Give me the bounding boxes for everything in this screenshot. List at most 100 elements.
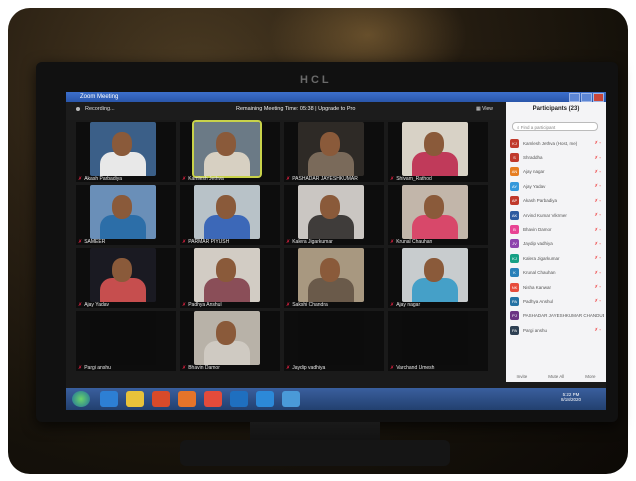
person-head — [424, 132, 444, 156]
zoom-icon[interactable] — [256, 391, 274, 407]
participant-row[interactable]: JV Jaydip vadhiya ✗ ▫ — [510, 237, 604, 251]
mic-camera-status-icon: ✗ ▫ — [594, 168, 601, 174]
video-tile[interactable]: ✗ Padhya Anshul — [180, 248, 280, 308]
participant-row[interactable]: AP Akash Parbadiya ✗ ▫ — [510, 194, 604, 208]
video-tile[interactable]: ✗ Sakshi Chandra — [284, 248, 384, 308]
video-tile[interactable]: ✗ Krunal Chauhan — [388, 185, 488, 245]
participant-row[interactable]: PA Padhya Anshul ✗ ▫ — [510, 294, 604, 308]
more-button[interactable]: More — [585, 374, 595, 379]
participant-avatar: AK — [510, 210, 519, 220]
video-tile[interactable]: ✗ SAMEER — [76, 185, 176, 245]
video-tile[interactable]: ✗ Jaydip vadhiya — [284, 311, 384, 371]
participant-avatar: AN — [510, 167, 519, 177]
monitor-base — [180, 440, 450, 466]
mic-camera-status-icon: ✗ ▫ — [594, 197, 601, 203]
video-feed — [194, 311, 260, 365]
participant-list-name: Jaydip vadhiya — [523, 241, 553, 247]
participant-list-name: Kamlesh Jethva (Host, me) — [523, 140, 578, 146]
firefox-icon[interactable] — [178, 391, 196, 407]
minimize-button[interactable] — [569, 93, 580, 102]
video-tile[interactable]: ✗ Varchand Umesh — [388, 311, 488, 371]
participant-avatar: AP — [510, 196, 519, 206]
mic-muted-icon: ✗ — [390, 302, 395, 308]
participant-row[interactable]: AK Arvind Kumar Vikrmer ✗ ▫ — [510, 208, 604, 222]
mic-muted-icon: ✗ — [390, 365, 395, 371]
person-head — [424, 195, 444, 219]
video-tile[interactable]: ✗ Bhavin Damor — [180, 311, 280, 371]
video-tile[interactable]: ✗ Shivam_Rathod — [388, 122, 488, 182]
video-tile[interactable]: ✗ Ajay Yadav — [76, 248, 176, 308]
invite-button[interactable]: Invite — [516, 374, 527, 379]
participant-name: Kamlesh Jethva — [188, 176, 224, 182]
remaining-time[interactable]: Remaining Meeting Time: 05:38 | Upgrade … — [236, 106, 355, 112]
participant-avatar: JV — [510, 239, 519, 249]
window-titlebar: Zoom Meeting — [66, 92, 606, 102]
video-feed — [298, 122, 364, 176]
video-tile[interactable]: ✗ Kalera Jigarkumar — [284, 185, 384, 245]
participant-name: Padhya Anshul — [188, 302, 222, 308]
video-tile[interactable]: ✗ PARMAR PIYUSH — [180, 185, 280, 245]
participant-list-name: Kalera Jigarkumar — [523, 255, 560, 261]
participants-panel: Participants (23) ⌕ Find a participant K… — [506, 102, 606, 382]
participant-avatar: PJ — [510, 311, 519, 321]
start-button-icon[interactable] — [72, 391, 90, 407]
app-icon[interactable] — [204, 391, 222, 407]
monitor-screen: Zoom Meeting Recording... Remaining Meet… — [66, 92, 606, 410]
taskbar-clock[interactable]: 5:22 PM 8/18/2020 — [561, 392, 581, 402]
tile-name-label: ✗ Shivam_Rathod — [390, 176, 432, 182]
clock-date: 8/18/2020 — [561, 397, 582, 402]
video-tile[interactable]: ✗ Pargi anshu — [76, 311, 176, 371]
ie-icon[interactable] — [100, 391, 118, 407]
participants-title: Participants (23) — [532, 106, 580, 112]
maximize-button[interactable] — [581, 93, 592, 102]
view-button[interactable]: ▦ View — [476, 106, 493, 112]
participant-name: Sakshi Chandra — [292, 302, 328, 308]
video-feed — [90, 122, 156, 176]
person-head — [320, 258, 340, 282]
skype-icon[interactable] — [230, 391, 248, 407]
media-icon[interactable] — [152, 391, 170, 407]
mic-muted-icon: ✗ — [286, 365, 291, 371]
participant-row[interactable]: B Bhavin Damor ✗ ▫ — [510, 222, 604, 236]
search-placeholder: Find a participant — [520, 125, 556, 130]
mic-muted-icon: ✗ — [390, 176, 395, 182]
participant-row[interactable]: NK Nisha Kanwar ✗ ▫ — [510, 280, 604, 294]
participant-avatar: B — [510, 225, 519, 235]
participant-name: PASHADAR JAYESHKUMAR — [292, 176, 358, 182]
close-button[interactable] — [593, 93, 604, 102]
tile-name-label: ✗ Padhya Anshul — [182, 302, 222, 308]
mic-camera-status-icon: ✗ ▫ — [594, 240, 601, 246]
folder-icon[interactable] — [126, 391, 144, 407]
participant-row[interactable]: K Krunal Chauhan ✗ ▫ — [510, 266, 604, 280]
tile-name-label: ✗ Akash Parbadiya — [78, 176, 122, 182]
mic-camera-status-icon: ✗ ▫ — [594, 154, 601, 160]
video-tile[interactable]: ✗ Akash Parbadiya — [76, 122, 176, 182]
mute-all-button[interactable]: Mute All — [548, 374, 564, 379]
windows-taskbar: 5:22 PM 8/18/2020 — [66, 388, 606, 410]
participant-name: PARMAR PIYUSH — [188, 239, 230, 245]
word-icon[interactable] — [282, 391, 300, 407]
tile-name-label: ✗ Bhavin Damor — [182, 365, 220, 371]
participant-row[interactable]: S Shraddha ✗ ▫ — [510, 150, 604, 164]
mic-muted-icon: ✗ — [286, 239, 291, 245]
video-feed — [194, 248, 260, 302]
video-tile[interactable]: ✗ Kamlesh Jethva — [180, 120, 280, 182]
recording-indicator[interactable]: Recording... — [76, 106, 115, 112]
video-tile[interactable]: ✗ Ajay nagar — [388, 248, 488, 308]
participant-name: Krunal Chauhan — [396, 239, 433, 245]
participant-row[interactable]: AN Ajay nagar ✗ ▫ — [510, 165, 604, 179]
participant-row[interactable]: KJ Kalera Jigarkumar ✗ ▫ — [510, 251, 604, 265]
participant-name: Varchand Umesh — [396, 365, 435, 371]
participant-avatar: KJ — [510, 253, 519, 263]
mic-camera-status-icon: ✗ ▫ — [594, 183, 601, 189]
video-feed — [90, 248, 156, 302]
participant-row[interactable]: KJ Kamlesh Jethva (Host, me) ✗ ▫ — [510, 136, 604, 150]
participant-row[interactable]: PJPASHADAR JAYESHKUMAR CHANDUBHAI✗ ▫ — [510, 309, 604, 323]
participant-search-input[interactable]: ⌕ Find a participant — [512, 122, 598, 131]
person-head — [216, 132, 236, 156]
participant-row[interactable]: AY Ajay Yadav ✗ ▫ — [510, 179, 604, 193]
video-tile[interactable]: ✗ PASHADAR JAYESHKUMAR — [284, 122, 384, 182]
participant-row[interactable]: PA Pargi anshu ✗ ▫ — [510, 323, 604, 337]
tile-name-label: ✗ Krunal Chauhan — [390, 239, 432, 245]
video-feed — [298, 311, 364, 365]
